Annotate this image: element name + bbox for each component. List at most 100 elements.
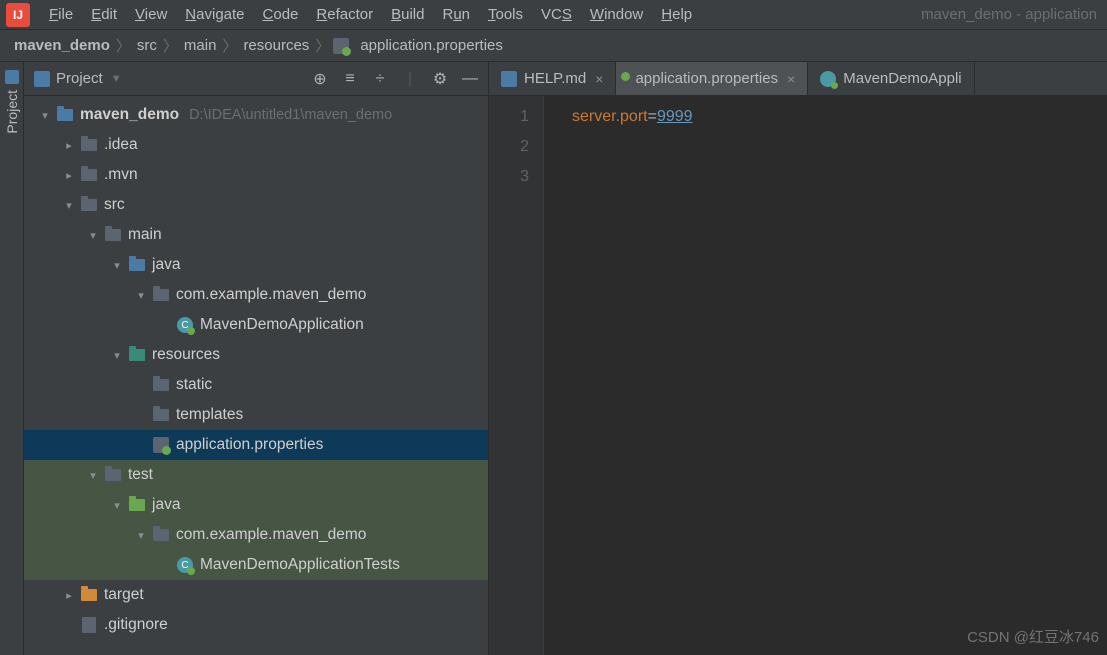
chevron-icon[interactable]: ▾ xyxy=(62,199,76,212)
tree-item-main[interactable]: ▾main xyxy=(24,220,488,250)
chevron-icon[interactable]: ▾ xyxy=(86,229,100,242)
folder-icon xyxy=(80,166,98,184)
tree-item-label: maven_demo xyxy=(80,106,179,124)
tree-item-static[interactable]: static xyxy=(24,370,488,400)
operator: = xyxy=(648,108,657,125)
md-icon xyxy=(501,71,517,87)
minimize-icon[interactable]: — xyxy=(462,71,478,87)
tree-item-label: java xyxy=(152,496,180,514)
menu-window[interactable]: Window xyxy=(581,6,652,23)
menu-build[interactable]: Build xyxy=(382,6,433,23)
tree-item-resources[interactable]: ▾resources xyxy=(24,340,488,370)
chevron-icon[interactable]: ▾ xyxy=(110,349,124,362)
menu-tools[interactable]: Tools xyxy=(479,6,532,23)
folder-icon xyxy=(152,406,170,424)
tree-item-java[interactable]: ▾ java xyxy=(24,490,488,520)
tree-item--gitignore[interactable]: .gitignore xyxy=(24,610,488,640)
chevron-icon[interactable]: ▾ xyxy=(134,289,148,302)
tree-item-com-example-maven-demo[interactable]: ▾ com.example.maven_demo xyxy=(24,280,488,310)
menu-help[interactable]: Help xyxy=(652,6,701,23)
menu-view[interactable]: View xyxy=(126,6,176,23)
window-title: maven_demo - application xyxy=(921,6,1101,23)
tree-item-label: .mvn xyxy=(104,166,138,184)
expand-icon[interactable]: ≡ xyxy=(342,71,358,87)
tree-item-label: java xyxy=(152,256,180,274)
line-number: 2 xyxy=(489,132,543,162)
tree-item-src[interactable]: ▾src xyxy=(24,190,488,220)
sidebar-project-tab[interactable]: Project xyxy=(4,90,20,134)
project-panel: Project ▼ ⊕ ≡ ÷ | ⚙ — ▾maven_demoD:\IDEA… xyxy=(24,62,489,655)
tree-item-target[interactable]: ▸target xyxy=(24,580,488,610)
tab-application-properties[interactable]: application.properties × xyxy=(616,62,808,95)
file-icon xyxy=(80,616,98,634)
tree-item-label: templates xyxy=(176,406,243,424)
close-icon[interactable]: × xyxy=(595,71,603,87)
sidebar-tool-strip: Project xyxy=(0,62,24,655)
gear-icon[interactable]: ⚙ xyxy=(432,71,448,87)
menu-navigate[interactable]: Navigate xyxy=(176,6,253,23)
tree-item-com-example-maven-demo[interactable]: ▾ com.example.maven_demo xyxy=(24,520,488,550)
menubar: IJ FileEditViewNavigateCodeRefactorBuild… xyxy=(0,0,1107,30)
folder-icon xyxy=(152,376,170,394)
crumb-resources[interactable]: resources xyxy=(239,37,313,54)
tree-item-application-properties[interactable]: application.properties xyxy=(24,430,488,460)
chevron-down-icon[interactable]: ▼ xyxy=(111,73,122,85)
breadcrumb-separator: 〉 xyxy=(161,35,180,56)
menu-refactor[interactable]: Refactor xyxy=(307,6,382,23)
project-tree: ▾maven_demoD:\IDEA\untitled1\maven_demo▸… xyxy=(24,96,488,655)
menu-edit[interactable]: Edit xyxy=(82,6,126,23)
tab-mavendemoappli[interactable]: MavenDemoAppli xyxy=(808,62,974,95)
folder-teal-icon xyxy=(128,346,146,364)
project-icon xyxy=(34,71,50,87)
line-number: 1 xyxy=(489,102,543,132)
crumb-application.properties[interactable]: application.properties xyxy=(356,37,507,54)
crumb-src[interactable]: src xyxy=(133,37,161,54)
folder-icon xyxy=(80,196,98,214)
menu-run[interactable]: Run xyxy=(433,6,479,23)
tree-item-label: com.example.maven_demo xyxy=(176,286,366,304)
menu-file[interactable]: File xyxy=(40,6,82,23)
tab-help-md[interactable]: HELP.md× xyxy=(489,62,616,95)
tab-label: MavenDemoAppli xyxy=(843,70,961,87)
property-key: server.port xyxy=(572,108,648,125)
folder-icon xyxy=(152,286,170,304)
menu-vcs[interactable]: VCS xyxy=(532,6,581,23)
tree-item-mavendemoapplication[interactable]: CMavenDemoApplication xyxy=(24,310,488,340)
properties-file-icon xyxy=(332,37,350,55)
tree-item-mavendemoapplicationtests[interactable]: CMavenDemoApplicationTests xyxy=(24,550,488,580)
tree-item-java[interactable]: ▾ java xyxy=(24,250,488,280)
collapse-icon[interactable]: ÷ xyxy=(372,71,388,87)
close-icon[interactable]: × xyxy=(787,71,795,87)
crumb-maven_demo[interactable]: maven_demo xyxy=(10,37,114,54)
breadcrumb-separator: 〉 xyxy=(220,35,239,56)
project-tool-icon[interactable] xyxy=(5,70,19,84)
breadcrumb: maven_demo〉src〉main〉resources〉applicatio… xyxy=(0,30,1107,62)
chevron-icon[interactable]: ▾ xyxy=(134,529,148,542)
crumb-main[interactable]: main xyxy=(180,37,221,54)
tree-item-label: com.example.maven_demo xyxy=(176,526,366,544)
code-area[interactable]: server.port=9999 xyxy=(544,96,1107,655)
tree-item-test[interactable]: ▾test xyxy=(24,460,488,490)
prop-icon xyxy=(152,436,170,454)
tree-item-templates[interactable]: templates xyxy=(24,400,488,430)
tree-item--mvn[interactable]: ▸ .mvn xyxy=(24,160,488,190)
tree-item--idea[interactable]: ▸.idea xyxy=(24,130,488,160)
property-value: 9999 xyxy=(657,108,693,125)
folder-icon xyxy=(80,136,98,154)
locate-icon[interactable]: ⊕ xyxy=(312,71,328,87)
chevron-icon[interactable]: ▾ xyxy=(110,259,124,272)
tab-label: application.properties xyxy=(635,70,778,87)
menu-code[interactable]: Code xyxy=(254,6,308,23)
chevron-icon[interactable]: ▸ xyxy=(62,169,76,182)
chevron-icon[interactable]: ▸ xyxy=(62,589,76,602)
folder-blue-icon xyxy=(56,106,74,124)
folder-orange-icon xyxy=(80,586,98,604)
tree-item-maven-demo[interactable]: ▾maven_demoD:\IDEA\untitled1\maven_demo xyxy=(24,100,488,130)
chevron-icon[interactable]: ▾ xyxy=(38,109,52,122)
chevron-icon[interactable]: ▾ xyxy=(86,469,100,482)
chevron-icon[interactable]: ▾ xyxy=(110,499,124,512)
breadcrumb-separator: 〉 xyxy=(313,35,332,56)
folder-icon xyxy=(152,526,170,544)
folder-icon xyxy=(104,226,122,244)
chevron-icon[interactable]: ▸ xyxy=(62,139,76,152)
